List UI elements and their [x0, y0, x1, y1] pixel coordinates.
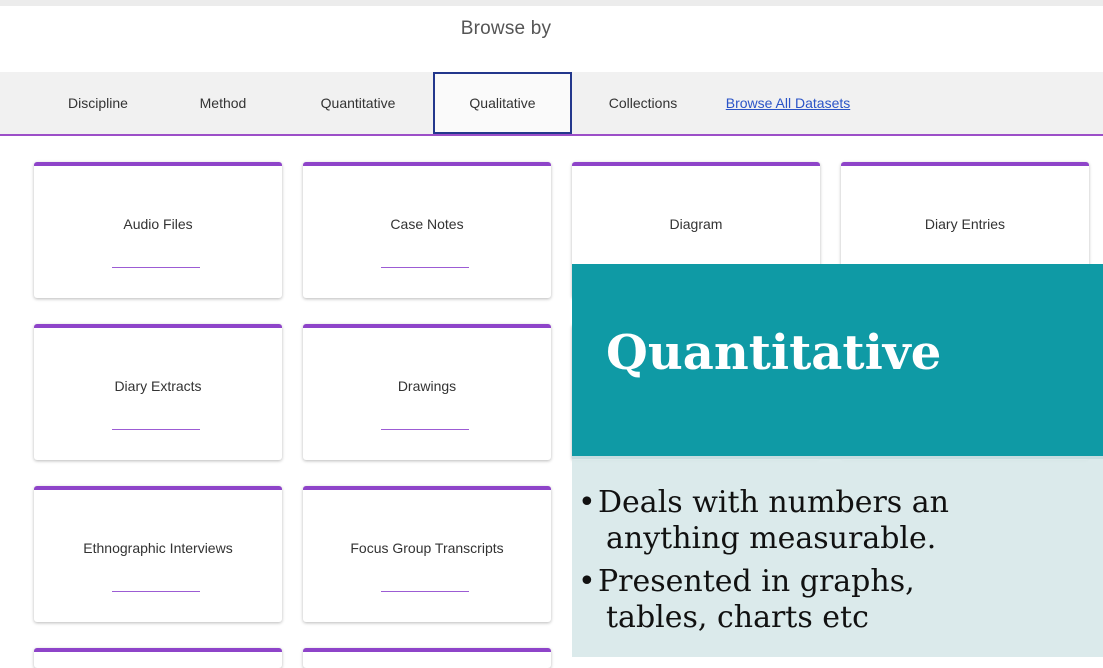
- card-label: Focus Group Transcripts: [350, 540, 504, 556]
- bullet-text: Presented in graphs,: [598, 564, 915, 599]
- card-row4-col1[interactable]: [34, 648, 282, 668]
- card-case-notes[interactable]: Case Notes: [303, 162, 551, 298]
- page-title: Browse by: [460, 18, 552, 39]
- tab-quantitative[interactable]: Quantitative: [298, 72, 418, 134]
- card-label: Case Notes: [390, 216, 464, 232]
- card-label: Diary Entries: [924, 216, 1006, 232]
- tab-collections[interactable]: Collections: [588, 72, 698, 134]
- card-underline: [381, 267, 469, 268]
- card-underline: [112, 267, 200, 268]
- card-diary-extracts[interactable]: Diary Extracts: [34, 324, 282, 460]
- card-audio-files[interactable]: Audio Files: [34, 162, 282, 298]
- slide-bullet-2: •Presented in graphs,: [578, 564, 915, 600]
- browse-tab-bar: Discipline Method Quantitative Qualitati…: [0, 72, 1103, 136]
- card-label: Ethnographic Interviews: [83, 540, 233, 556]
- tab-browse-all-datasets[interactable]: Browse All Datasets: [718, 72, 858, 134]
- slide-body: •Deals with numbers an anything measurab…: [572, 456, 1103, 657]
- card-underline: [112, 591, 200, 592]
- top-border: [0, 0, 1103, 6]
- card-row4-col2[interactable]: [303, 648, 551, 668]
- card-label: Audio Files: [123, 216, 193, 232]
- card-underline: [112, 429, 200, 430]
- tab-method[interactable]: Method: [168, 72, 278, 134]
- tab-qualitative[interactable]: Qualitative: [433, 72, 572, 134]
- slide-bullet-1: •Deals with numbers an: [578, 485, 949, 521]
- tab-discipline[interactable]: Discipline: [38, 72, 158, 134]
- bullet-text: Deals with numbers an: [598, 485, 949, 520]
- slide-bullet-1-cont: anything measurable.: [606, 521, 937, 556]
- card-drawings[interactable]: Drawings: [303, 324, 551, 460]
- slide-bullet-2-cont: tables, charts etc: [606, 600, 869, 635]
- slide-title: Quantitative: [606, 325, 942, 381]
- card-underline: [381, 591, 469, 592]
- card-underline: [381, 429, 469, 430]
- bullet-dot-icon: •: [578, 485, 596, 520]
- card-label: Diary Extracts: [114, 378, 202, 394]
- card-ethnographic-interviews[interactable]: Ethnographic Interviews: [34, 486, 282, 622]
- bullet-dot-icon: •: [578, 564, 596, 599]
- card-label: Drawings: [397, 378, 457, 394]
- card-label: Diagram: [669, 216, 723, 232]
- card-focus-group-transcripts[interactable]: Focus Group Transcripts: [303, 486, 551, 622]
